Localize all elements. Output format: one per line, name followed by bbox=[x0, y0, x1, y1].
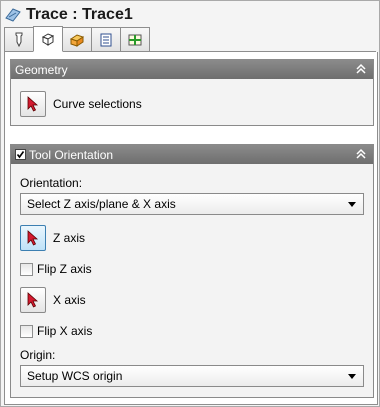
origin-label: Origin: bbox=[20, 348, 56, 362]
curve-selections-label: Curve selections bbox=[53, 97, 142, 111]
flip-z-axis-row[interactable]: Flip Z axis bbox=[20, 262, 92, 276]
tab-tool[interactable] bbox=[4, 27, 34, 51]
curve-selections-button[interactable] bbox=[20, 91, 46, 117]
orientation-label: Orientation: bbox=[20, 176, 83, 190]
dialog-title: Trace : Trace1 bbox=[26, 6, 133, 23]
geometry-panel-header[interactable]: Geometry bbox=[11, 60, 373, 79]
tool-icon bbox=[15, 32, 23, 47]
geometry-header-label: Geometry bbox=[15, 62, 68, 77]
trace-icon bbox=[4, 6, 22, 24]
z-axis-pick-button[interactable] bbox=[20, 225, 46, 251]
origin-dropdown-value: Setup WCS origin bbox=[27, 369, 123, 383]
tool-orientation-panel: Tool Orientation Orientation: Select Z a… bbox=[10, 144, 374, 398]
tab-content: Geometry Curve selections Tool Orientati… bbox=[4, 52, 378, 405]
pick-arrow-icon bbox=[27, 292, 39, 308]
orientation-dropdown[interactable]: Select Z axis/plane & X axis bbox=[20, 193, 364, 215]
cube-icon bbox=[41, 33, 55, 46]
x-axis-label: X axis bbox=[53, 293, 86, 307]
dropdown-arrow-icon bbox=[348, 202, 356, 207]
list-icon bbox=[100, 33, 112, 46]
flip-x-axis-label: Flip X axis bbox=[37, 324, 93, 338]
geometry-panel: Geometry Curve selections bbox=[10, 59, 374, 126]
flip-z-axis-label: Flip Z axis bbox=[37, 262, 92, 276]
tab-strip bbox=[4, 26, 376, 52]
linking-icon bbox=[128, 34, 142, 45]
pick-arrow-icon bbox=[27, 96, 39, 112]
flip-x-axis-row[interactable]: Flip X axis bbox=[20, 324, 92, 338]
orientation-dropdown-value: Select Z axis/plane & X axis bbox=[27, 197, 176, 211]
tab-stock[interactable] bbox=[62, 27, 92, 51]
title-bar: Trace : Trace1 bbox=[4, 4, 376, 26]
stock-icon bbox=[69, 33, 85, 47]
tool-orientation-header-label: Tool Orientation bbox=[29, 147, 114, 162]
origin-dropdown[interactable]: Setup WCS origin bbox=[20, 365, 364, 387]
tool-orientation-panel-header[interactable]: Tool Orientation bbox=[11, 145, 373, 164]
x-axis-pick-button[interactable] bbox=[20, 287, 46, 313]
tab-linking[interactable] bbox=[120, 27, 150, 51]
tab-settings[interactable] bbox=[91, 27, 121, 51]
flip-x-axis-checkbox[interactable] bbox=[20, 324, 33, 338]
dropdown-arrow-icon bbox=[348, 374, 356, 379]
pick-arrow-icon bbox=[27, 230, 39, 246]
checkmark-icon bbox=[16, 151, 25, 159]
flip-z-axis-checkbox[interactable] bbox=[20, 262, 33, 276]
tool-orientation-enable-checkbox[interactable] bbox=[15, 149, 26, 160]
collapse-icon[interactable] bbox=[355, 148, 367, 160]
collapse-icon[interactable] bbox=[355, 63, 367, 75]
dialog-frame: Trace : Trace1 Geometry Curve selections… bbox=[0, 0, 380, 407]
z-axis-label: Z axis bbox=[53, 231, 86, 245]
tab-geometry[interactable] bbox=[33, 26, 63, 52]
